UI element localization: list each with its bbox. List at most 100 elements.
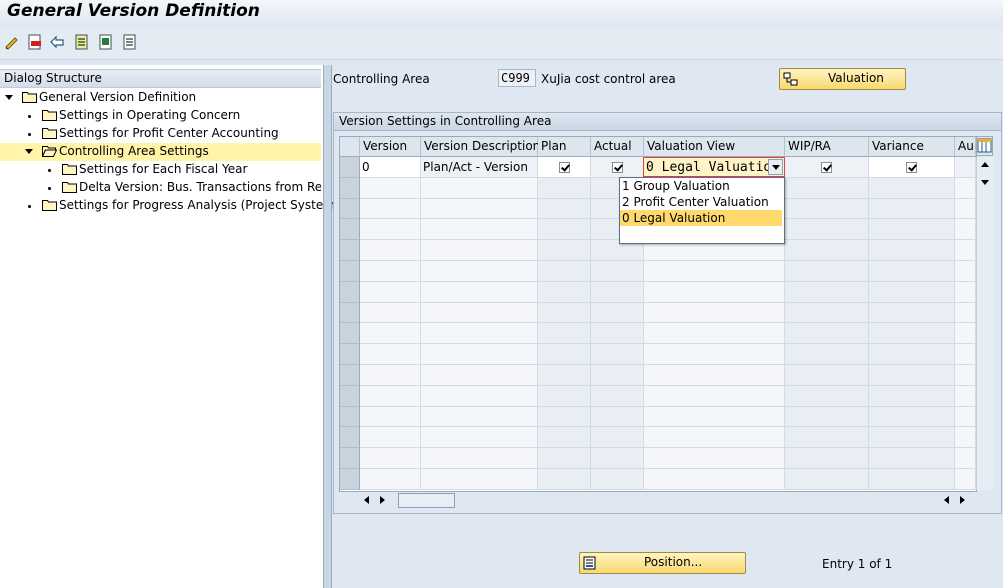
column-header-wip-ra[interactable]: WIP/RA: [785, 137, 869, 157]
dropdown-arrow-button[interactable]: [768, 159, 783, 175]
table-cell: [538, 427, 591, 449]
checkbox-plan[interactable]: [559, 162, 570, 173]
tree-item-controlling-area-settings[interactable]: Controlling Area Settings: [0, 143, 321, 161]
table-cell: [360, 344, 421, 365]
pane-splitter[interactable]: [323, 65, 332, 588]
row-selector[interactable]: [340, 240, 360, 261]
scroll-up-icon[interactable]: [981, 162, 989, 167]
tree-item-delta-version[interactable]: Delta Version: Bus. Transactions from Re…: [0, 179, 321, 197]
scroll-thumb[interactable]: [398, 493, 455, 508]
table-cell[interactable]: [869, 157, 955, 178]
application-toolbar: [0, 27, 1003, 60]
checkbox-variance[interactable]: [906, 162, 917, 173]
table-cell: [955, 302, 976, 324]
table-cell: [360, 302, 421, 324]
row-selector[interactable]: [340, 427, 360, 449]
horizontal-scrollbar[interactable]: [356, 492, 976, 508]
table-cell: [869, 198, 955, 220]
column-header-valuation-view[interactable]: Valuation View: [644, 137, 785, 157]
dropdown-option-legal-valuation[interactable]: 0 Legal Valuation: [620, 210, 782, 226]
row-selector[interactable]: [340, 302, 360, 324]
position-icon: [583, 556, 596, 570]
row-selector[interactable]: [340, 261, 360, 282]
column-header-version[interactable]: Version: [360, 137, 421, 157]
row-selector[interactable]: [340, 469, 360, 490]
scroll-right-icon[interactable]: [380, 496, 385, 504]
column-header-au[interactable]: Au: [955, 137, 976, 157]
table-cell[interactable]: [591, 157, 644, 178]
column-header-variance[interactable]: Variance: [869, 137, 955, 157]
position-button[interactable]: Position...: [579, 552, 746, 574]
version-settings-title: Version Settings in Controlling Area: [339, 114, 552, 128]
scroll-left-icon[interactable]: [364, 496, 369, 504]
table-cell: [869, 302, 955, 324]
change-display-icon[interactable]: [3, 33, 21, 51]
column-header-version-description[interactable]: Version Description: [421, 137, 540, 157]
valuation-view-select[interactable]: 0 Legal Valuatio: [643, 157, 785, 177]
table-cell: [421, 177, 538, 199]
select-block-icon[interactable]: [97, 33, 115, 51]
scroll-down-icon[interactable]: [981, 180, 989, 185]
select-all-rows-header[interactable]: [340, 137, 360, 157]
undo-icon[interactable]: [49, 33, 67, 51]
row-selector[interactable]: [340, 281, 360, 303]
hierarchy-icon: [783, 72, 798, 86]
table-cell: [538, 240, 591, 261]
row-selector[interactable]: [340, 385, 360, 407]
row-selector[interactable]: [340, 177, 360, 199]
table-cell[interactable]: Plan/Act - Version: [421, 157, 538, 178]
scroll-left-icon[interactable]: [944, 496, 949, 504]
row-selector[interactable]: [340, 323, 360, 345]
table-cell: [955, 219, 976, 241]
table-cell: [421, 365, 538, 386]
tree-item-each-fiscal-year[interactable]: Settings for Each Fiscal Year: [0, 161, 321, 179]
table-cell: [360, 365, 421, 386]
table-cell[interactable]: 0: [360, 157, 421, 178]
table-cell: [785, 302, 869, 324]
vertical-scrollbar[interactable]: [976, 157, 994, 490]
dropdown-option-group-valuation[interactable]: 1 Group Valuation: [620, 178, 782, 194]
table-cell[interactable]: [785, 157, 869, 178]
table-cell: [360, 385, 421, 407]
checkbox-wip_ra[interactable]: [821, 162, 832, 173]
row-selector[interactable]: [340, 365, 360, 386]
table-cell: [644, 427, 785, 449]
table-cell: [869, 469, 955, 490]
table-cell[interactable]: [955, 157, 976, 178]
column-header-actual[interactable]: Actual: [591, 137, 644, 157]
deselect-all-icon[interactable]: [121, 33, 139, 51]
table-cell[interactable]: [538, 157, 591, 178]
expand-triangle-icon[interactable]: [5, 95, 13, 100]
tree-item-progress-analysis[interactable]: Settings for Progress Analysis (Project …: [0, 197, 340, 215]
table-cell: [421, 406, 538, 428]
checkbox-actual[interactable]: [612, 162, 623, 173]
valuation-button[interactable]: Valuation: [779, 68, 906, 90]
tree-item-operating-concern[interactable]: Settings in Operating Concern: [0, 107, 321, 125]
tree-item-profit-center-accounting[interactable]: Settings for Profit Center Accounting: [0, 125, 321, 143]
controlling-area-field[interactable]: C999: [498, 69, 536, 87]
row-selector[interactable]: [340, 157, 360, 178]
folder-icon: [62, 164, 77, 175]
table-cell: [421, 219, 538, 241]
table-cell: [538, 219, 591, 241]
table-cell: [785, 448, 869, 469]
open-folder-icon: [42, 146, 57, 157]
table-settings-icon[interactable]: [976, 136, 993, 156]
delete-icon[interactable]: [26, 33, 44, 51]
row-selector[interactable]: [340, 406, 360, 428]
expand-triangle-icon[interactable]: [25, 149, 33, 154]
scroll-right-icon[interactable]: [960, 496, 965, 504]
row-selector[interactable]: [340, 344, 360, 365]
folder-icon: [42, 200, 57, 211]
column-header-plan[interactable]: Plan: [538, 137, 591, 157]
tree-item-general-version-definition[interactable]: General Version Definition: [0, 89, 321, 107]
valuation-view-value: 0 Legal Valuatio: [646, 160, 768, 175]
table-cell: [591, 302, 644, 324]
row-selector[interactable]: [340, 198, 360, 220]
row-selector[interactable]: [340, 448, 360, 469]
select-all-icon[interactable]: [73, 33, 91, 51]
chevron-down-icon: [772, 165, 780, 170]
dropdown-option-profit-center-valuation[interactable]: 2 Profit Center Valuation: [620, 194, 782, 210]
table-cell: [421, 323, 538, 345]
row-selector[interactable]: [340, 219, 360, 241]
